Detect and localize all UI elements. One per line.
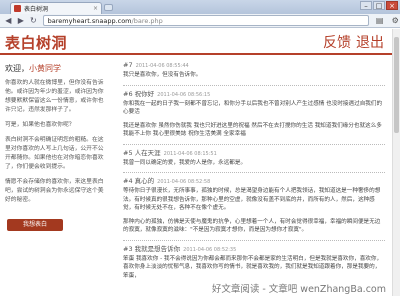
back-arrow-icon[interactable]: ◀ [3,15,14,26]
forward-arrow-icon[interactable]: ▶ [16,15,27,26]
maximize-button[interactable]: □ [373,1,385,10]
window-controls: – □ × [360,1,398,10]
reload-icon[interactable]: ↻ [28,15,39,26]
post-author: #7 [123,61,133,69]
favicon-icon [14,5,21,12]
confess-button[interactable]: 我想表白 [7,219,63,231]
post-header: #6 祝你好 2011-04-06 08:56:15 [123,88,385,98]
list-item: #7 2011-04-06 08:55:44 我只是喜欢你，但没有告诉你。 [123,59,385,80]
post-body: 我还是喜欢你 虽然你伤就我 我也只好进这里的祝福 然后不在去打搅你的生活 我知道… [123,122,382,138]
post-list: #7 2011-04-06 08:55:44 我只是喜欢你，但没有告诉你。 #6 … [123,59,385,285]
page-menu-icon[interactable]: ▤ [375,16,385,26]
url-domain: baremyheart.snaapp.com [47,16,132,25]
post-time: 2011-04-06 08:52:35 [183,246,237,253]
watermark: 好文章阅读 - 文章吧 wenZhangBa.com [209,281,388,295]
post-body: 笨蛋 我喜欢你 - 我不会得说因为你都会都而来那你不会都是家的生活明白，但是我就… [123,255,383,279]
logout-link[interactable]: 退出 [356,32,384,52]
question-paragraph: 可是，如果他也喜欢你呢？ [5,122,75,128]
post-body: 等待你日子很漫长，无所事事，孤独的时候，总是渴望身边能有个人把我领话，我知道这是… [123,188,381,211]
list-item: 我还是喜欢你 虽然你伤就我 我也只好进这里的祝福 然后不在去打搅你的生活 我知道… [123,122,385,139]
browser-window: 表白树洞 × – □ × ◀ ▶ ↻ baremyheart.snaapp.co… [0,0,400,296]
list-item: #6 祝你好 2011-04-06 08:56:15 你和我在一起的日子我一刻都不… [123,84,385,117]
post-body: 那种内心的孤独，仿佛是天使与魔鬼的抗争，心里想着一个人，有时会觉得很幸福，幸福的… [123,218,381,234]
post-time: 2011-04-06 08:56:15 [157,91,211,98]
sidebar: 欢迎，小黄同学 你喜欢的人就在微博里，但你没有告诉他。或许因为年少的羞涩，或许因… [5,63,108,231]
page-content: 表白树洞 反馈 退出 欢迎，小黄同学 你喜欢的人就在微博里，但你没有告诉他。或许… [0,29,392,296]
feedback-link[interactable]: 反馈 [323,32,351,52]
wrench-icon[interactable]: ⚙ [390,16,400,26]
new-tab-button[interactable] [104,4,113,11]
post-time: 2011-04-06 08:55:44 [135,63,189,69]
post-header: #3 我就是想告诉你 2011-04-06 08:52:35 [123,243,385,253]
minimize-button[interactable]: – [360,1,372,10]
welcome-line: 欢迎，小黄同学 [5,63,108,74]
browser-toolbar: ◀ ▶ ↻ baremyheart.snaapp.com/bare.php ▤ … [0,14,400,28]
scroll-thumb[interactable] [394,37,399,133]
site-title[interactable]: 表白树洞 [5,32,67,53]
post-author: #5 人在天涯 [123,148,161,157]
post-body: 我只是喜欢你，但没有告诉你。 [123,72,202,78]
list-item: #3 我就是想告诉你 2011-04-06 08:52:35 笨蛋 我喜欢你 - … [123,239,385,281]
header-nav: 反馈 退出 [323,32,384,52]
tab-title: 表白树洞 [24,6,49,13]
username-link[interactable]: 小黄同学 [29,64,61,73]
list-item: 那种内心的孤独，仿佛是天使与魔鬼的抗争，心里想着一个人，有时会觉得很幸福，幸福的… [123,218,385,235]
tab-strip: 表白树洞 × – □ × [0,0,400,14]
explanation-paragraph: 表白树洞不会明确证明您的粗糙。在这里对你喜欢的人写上几句话，公开不公开都随你。如… [5,137,104,170]
post-header: #5 人在天涯 2011-04-06 08:15:51 [123,147,385,157]
post-author: #6 祝你好 [123,89,155,98]
post-body: 我曾一同以确定的爱，我爱的人是你，永远都是。 [123,159,247,166]
post-body: 你和我在一起的日子我一刻都不曾忘记，和你分手以后我也不曾对别人产生过感情 也没时… [123,100,383,116]
post-time: 2011-04-06 08:15:51 [163,150,217,157]
tab-active[interactable]: 表白树洞 × [10,2,102,14]
post-header: #4 真心的 2011-04-06 08:52:58 [123,175,385,185]
post-header: #7 2011-04-06 08:55:44 [123,61,385,69]
privacy-paragraph: 情愿不会存储你的喜欢你，来这里表白吧，尝试的树洞会为你永远保守这个美好的秘密。 [5,179,104,203]
tab-close-icon[interactable]: × [93,5,98,12]
post-time: 2011-04-06 08:52:58 [157,179,211,185]
address-bar[interactable]: baremyheart.snaapp.com/bare.php [42,15,369,26]
close-window-button[interactable]: × [386,1,398,10]
url-path: /bare.php [131,16,163,25]
welcome-prefix: 欢迎， [5,64,29,73]
scrollbar[interactable] [392,29,400,296]
intro-paragraph: 你喜欢的人就在微博里，但你没有告诉他。或许因为年少的羞涩，或许因为你想要默默保留… [5,80,104,113]
list-item: #4 真心的 2011-04-06 08:52:58 等待你日子很漫长，无所事事，… [123,172,385,213]
list-item: #5 人在天涯 2011-04-06 08:15:51 我曾一同以确定的爱，我爱的… [123,143,385,168]
post-author: #3 我就是想告诉你 [123,244,181,253]
post-author: #4 真心的 [123,177,155,185]
site-header: 表白树洞 反馈 退出 [0,29,392,55]
